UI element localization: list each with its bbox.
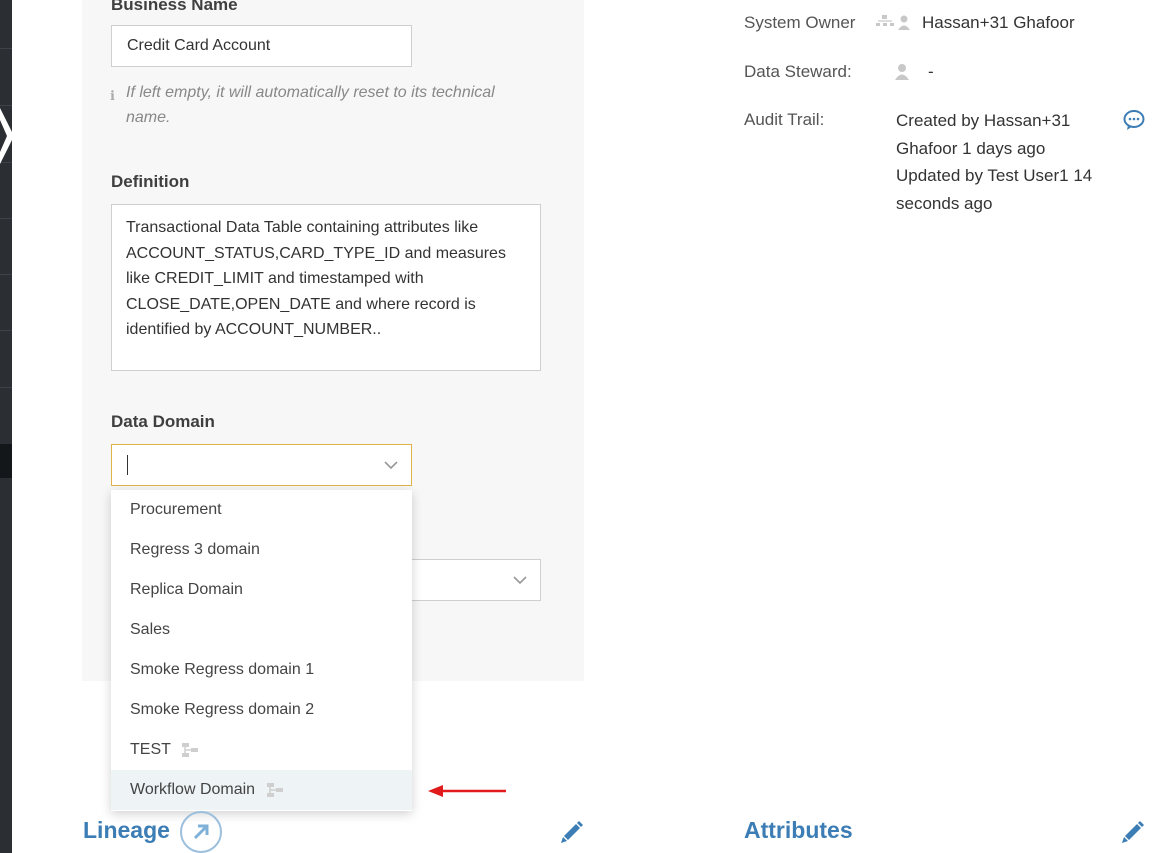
option-label: Smoke Regress domain 1 [130,661,315,678]
data-domain-dropdown: Procurement Regress 3 domain Replica Dom… [111,490,412,811]
business-name-input[interactable]: Credit Card Account [111,25,412,67]
dropdown-option[interactable]: TEST [111,730,412,770]
arrow-up-right-icon [193,824,209,840]
option-label: Workflow Domain [130,781,256,798]
workflow-icon [182,742,199,757]
edit-pencil-icon[interactable] [1121,820,1145,844]
data-domain-select[interactable] [111,444,412,486]
info-icon: ℹ [110,88,115,103]
nav-divider [0,274,12,275]
chevron-down-icon[interactable] [512,572,528,588]
nav-divider [0,330,12,331]
definition-label: Definition [111,172,190,191]
data-steward-value: - [928,62,934,81]
audit-trail-label: Audit Trail: [744,110,825,129]
lineage-open-button[interactable] [180,811,222,853]
dropdown-option[interactable]: Regress 3 domain [111,530,412,570]
dropdown-option[interactable]: Replica Domain [111,570,412,610]
nav-divider [0,105,12,106]
option-label: TEST [130,741,171,758]
system-owner-value[interactable]: Hassan+31 Ghafoor [922,13,1075,33]
comments-icon[interactable] [1123,109,1145,131]
nav-divider [0,48,12,49]
nav-divider [0,218,12,219]
dropdown-option-highlighted[interactable]: Workflow Domain [111,770,412,810]
lineage-title: Lineage [83,817,170,843]
system-owner-label: System Owner [744,13,856,32]
dropdown-option[interactable]: Sales [111,610,412,650]
option-label: Regress 3 domain [130,541,260,558]
collapse-chevron-icon[interactable] [0,108,14,164]
dropdown-option[interactable]: Procurement [111,490,412,530]
option-label: Sales [130,621,171,638]
option-label: Smoke Regress domain 2 [130,701,315,718]
data-domain-label: Data Domain [111,412,215,431]
secondary-select[interactable] [411,559,541,601]
hint-text: If left empty, it will automatically res… [126,84,495,126]
attributes-title: Attributes [744,817,853,843]
audit-created: Created by Hassan+31 Ghafoor 1 days ago [896,111,1071,158]
nav-divider [0,387,12,388]
definition-value: Transactional Data Table containing attr… [126,219,506,338]
audit-updated: Updated by Test User1 14 seconds ago [896,166,1093,213]
chevron-down-icon[interactable] [383,457,399,473]
option-label: Replica Domain [130,581,243,598]
dropdown-option[interactable]: Smoke Regress domain 1 [111,650,412,690]
data-steward-label: Data Steward: [744,62,852,81]
dropdown-option[interactable]: Smoke Regress domain 2 [111,690,412,730]
group-users-icon [876,15,910,30]
audit-trail: Created by Hassan+31 Ghafoor 1 days ago … [896,107,1126,217]
option-label: Procurement [130,501,222,518]
nav-active-item[interactable] [0,444,12,478]
definition-textarea[interactable]: Transactional Data Table containing attr… [111,204,541,371]
business-name-label: Business Name [111,0,238,14]
edit-pencil-icon[interactable] [560,820,584,844]
annotation-arrow-icon [428,785,506,797]
workflow-icon [266,782,283,797]
user-icon [895,64,909,80]
business-name-value: Credit Card Account [127,37,271,54]
text-caret [127,455,128,475]
